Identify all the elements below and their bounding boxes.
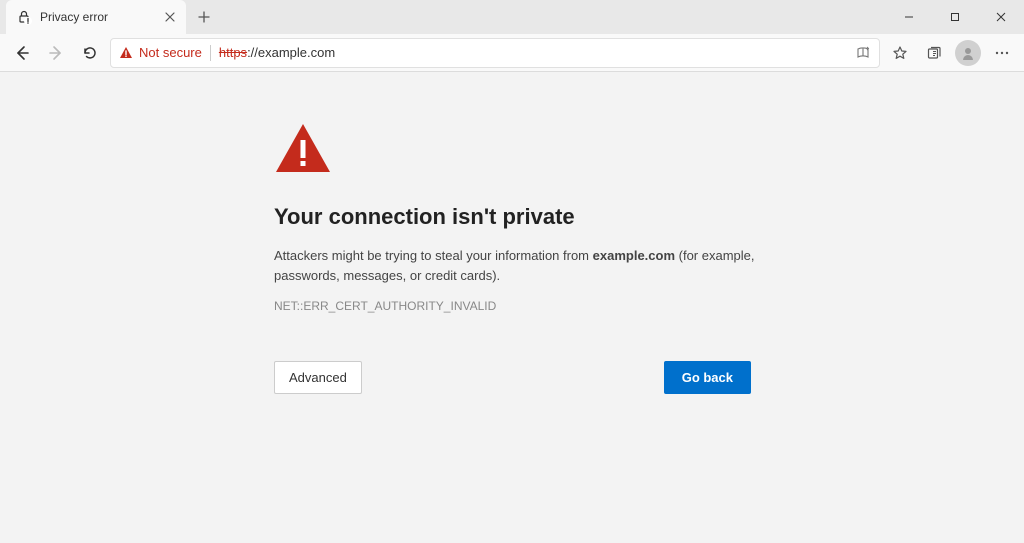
menu-button[interactable] (988, 39, 1016, 67)
button-row: Advanced Go back (274, 361, 751, 394)
separator (210, 45, 211, 61)
error-panel: Your connection isn't private Attackers … (274, 122, 774, 394)
url-rest: ://example.com (247, 45, 335, 60)
window-close-button[interactable] (978, 0, 1024, 34)
window-titlebar: Privacy error (0, 0, 1024, 34)
forward-button (42, 39, 70, 67)
address-bar[interactable]: Not secure https://example.com (110, 38, 880, 68)
tab-title: Privacy error (40, 10, 154, 24)
security-indicator[interactable]: Not secure (119, 45, 202, 60)
advanced-button[interactable]: Advanced (274, 361, 362, 394)
warning-large-icon (274, 122, 774, 176)
error-heading: Your connection isn't private (274, 204, 774, 230)
refresh-button[interactable] (76, 39, 104, 67)
browser-toolbar: Not secure https://example.com (0, 34, 1024, 72)
window-controls (886, 0, 1024, 34)
page-content: Your connection isn't private Attackers … (0, 72, 1024, 543)
tab-close-icon[interactable] (162, 9, 178, 25)
url-text: https://example.com (219, 45, 335, 60)
warning-triangle-icon (119, 46, 133, 60)
window-maximize-button[interactable] (932, 0, 978, 34)
error-code: NET::ERR_CERT_AUTHORITY_INVALID (274, 299, 774, 313)
tab-favicon-lock-warning-icon (16, 9, 32, 25)
window-minimize-button[interactable] (886, 0, 932, 34)
profile-button[interactable] (954, 39, 982, 67)
reading-mode-icon[interactable] (855, 45, 871, 61)
collections-button[interactable] (920, 39, 948, 67)
security-label: Not secure (139, 45, 202, 60)
back-button[interactable] (8, 39, 36, 67)
url-scheme: https (219, 45, 247, 60)
browser-tab[interactable]: Privacy error (6, 0, 186, 34)
error-description: Attackers might be trying to steal your … (274, 246, 774, 285)
new-tab-button[interactable] (190, 3, 218, 31)
avatar-icon (955, 40, 981, 66)
go-back-button[interactable]: Go back (664, 361, 751, 394)
error-desc-domain: example.com (593, 248, 675, 263)
favorites-button[interactable] (886, 39, 914, 67)
error-desc-pre: Attackers might be trying to steal your … (274, 248, 593, 263)
